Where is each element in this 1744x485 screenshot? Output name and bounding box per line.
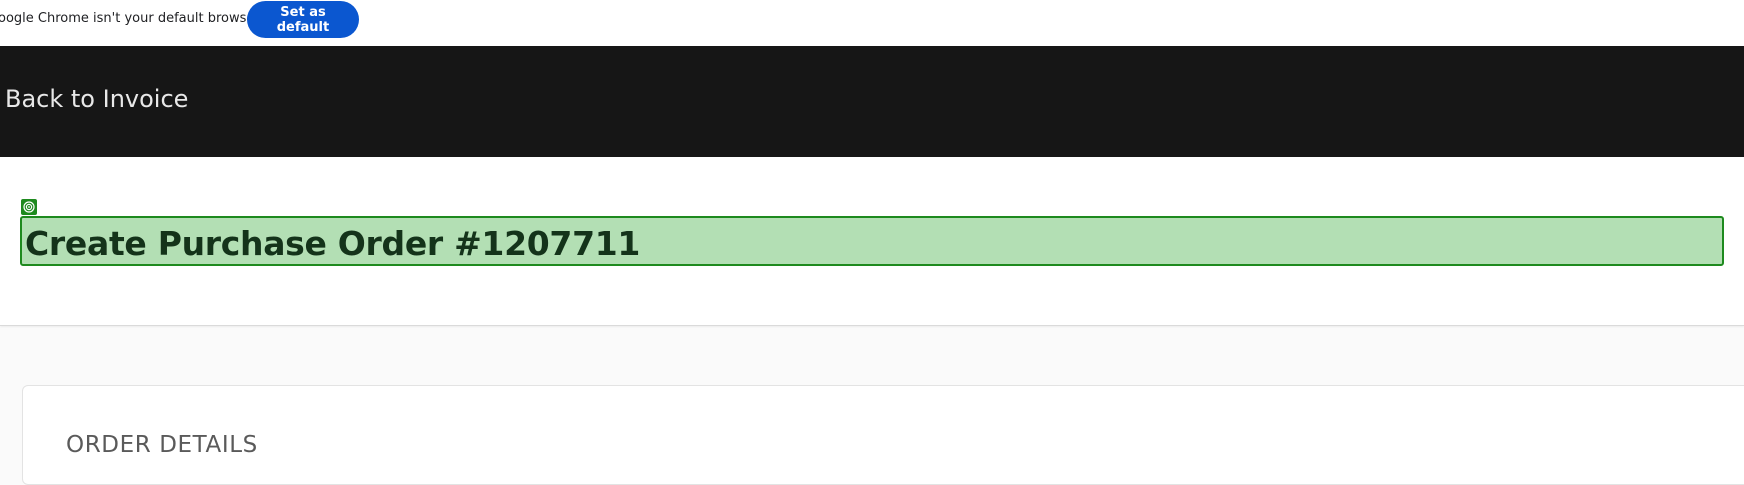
set-as-default-button[interactable]: Set as default [247, 1, 359, 38]
infobar-message: oogle Chrome isn't your default browser [0, 11, 260, 26]
back-to-invoice-link[interactable]: Back to Invoice [5, 84, 188, 114]
default-browser-infobar: oogle Chrome isn't your default browser … [0, 0, 1744, 46]
order-details-card: ORDER DETAILS [22, 385, 1744, 485]
order-details-heading: ORDER DETAILS [66, 432, 258, 458]
page-title: Create Purchase Order #1207711 [25, 224, 641, 263]
target-icon [21, 199, 37, 215]
page-header: Create Purchase Order #1207711 [0, 157, 1744, 326]
page-title-highlight: Create Purchase Order #1207711 [20, 216, 1724, 266]
top-navigation-bar: Back to Invoice [0, 46, 1744, 157]
